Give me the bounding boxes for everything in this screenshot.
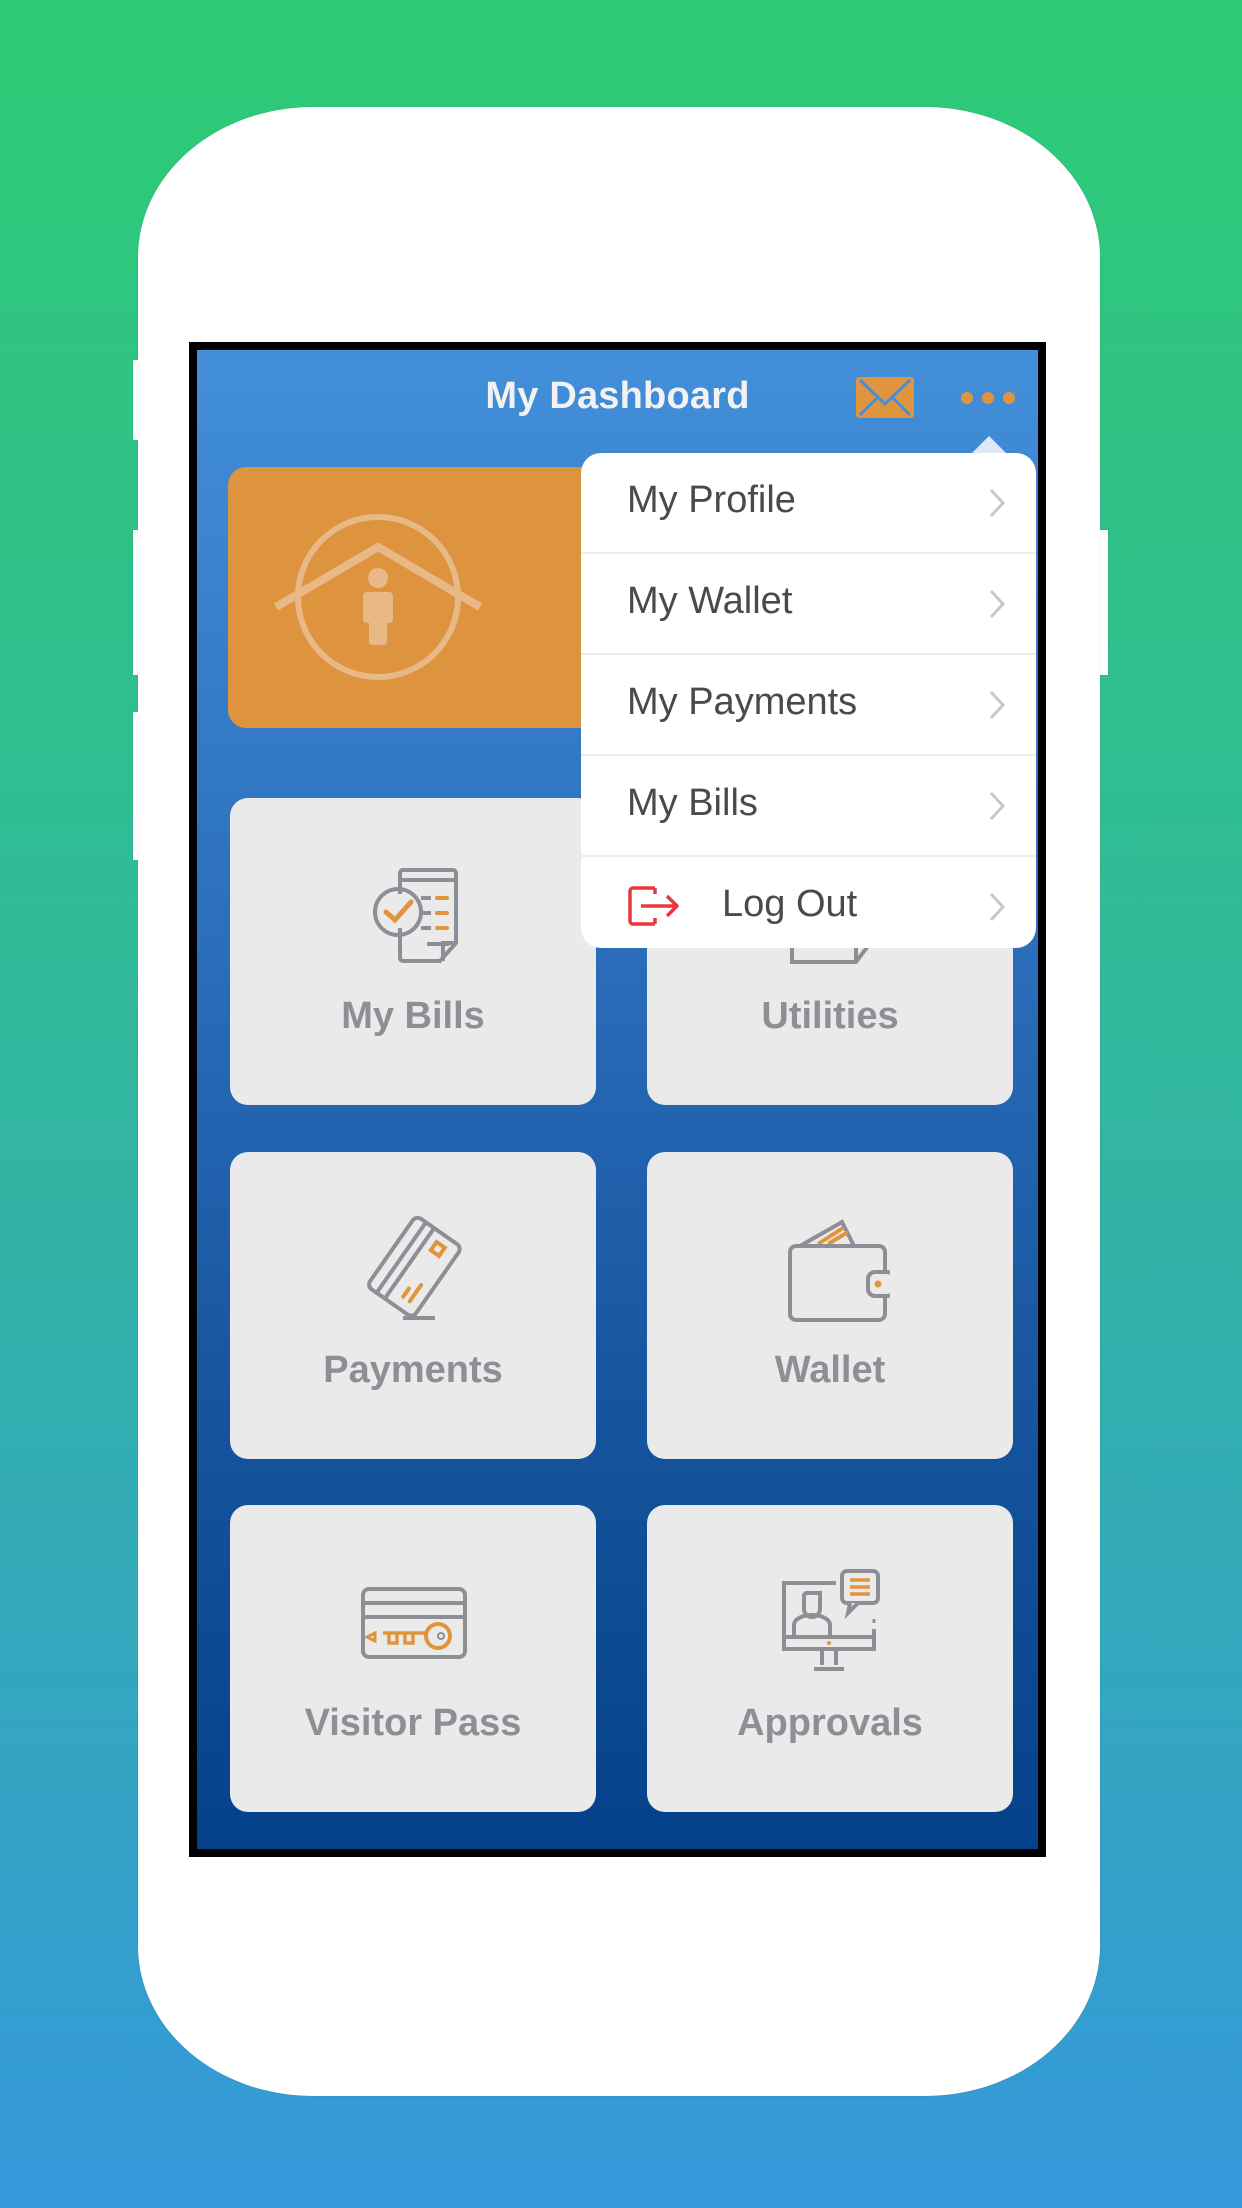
messages-button[interactable] bbox=[856, 377, 914, 418]
menu-item-label: Log Out bbox=[722, 883, 858, 925]
more-options-button[interactable] bbox=[957, 380, 1017, 414]
dashboard-screen: My Dashboard My Bills Utilities Payments… bbox=[197, 350, 1038, 1849]
chevron-right-icon bbox=[989, 488, 1006, 518]
envelope-icon bbox=[856, 377, 914, 418]
menu-item-my-payments[interactable]: My Payments bbox=[581, 655, 1036, 756]
screen-bezel: My Dashboard My Bills Utilities Payments… bbox=[189, 342, 1046, 1857]
chevron-right-icon bbox=[989, 589, 1006, 619]
key-card-icon bbox=[361, 1587, 467, 1659]
wallet-icon bbox=[788, 1219, 890, 1322]
computer-chat-icon bbox=[782, 1569, 880, 1671]
options-dropdown-menu: My Profile My Wallet My Payments My Bill… bbox=[581, 453, 1036, 948]
menu-item-label: My Wallet bbox=[627, 580, 793, 622]
menu-item-label: My Bills bbox=[627, 782, 758, 824]
bill-checklist-icon bbox=[373, 868, 458, 963]
chevron-right-icon bbox=[989, 892, 1006, 922]
tile-visitor-pass[interactable]: Visitor Pass bbox=[230, 1505, 596, 1812]
tile-my-bills[interactable]: My Bills bbox=[230, 798, 596, 1105]
ellipsis-icon-dot bbox=[1003, 392, 1015, 404]
tile-wallet[interactable]: Wallet bbox=[647, 1152, 1013, 1459]
chevron-right-icon bbox=[989, 791, 1006, 821]
logout-icon bbox=[628, 886, 679, 926]
ellipsis-icon-dot bbox=[982, 392, 994, 404]
tile-label: Visitor Pass bbox=[304, 1702, 522, 1744]
menu-item-log-out[interactable]: Log Out bbox=[581, 857, 1036, 948]
tile-label: Approvals bbox=[737, 1702, 923, 1744]
menu-item-my-wallet[interactable]: My Wallet bbox=[581, 554, 1036, 655]
menu-item-label: My Payments bbox=[627, 681, 858, 723]
chevron-right-icon bbox=[989, 690, 1006, 720]
credit-card-icon bbox=[367, 1215, 462, 1320]
tile-label: Payments bbox=[323, 1349, 503, 1391]
home-person-icon bbox=[273, 514, 483, 680]
menu-item-my-profile[interactable]: My Profile bbox=[581, 453, 1036, 554]
menu-item-my-bills[interactable]: My Bills bbox=[581, 756, 1036, 857]
tile-label: Wallet bbox=[774, 1349, 886, 1391]
menu-item-label: My Profile bbox=[627, 479, 796, 521]
tile-approvals[interactable]: Approvals bbox=[647, 1505, 1013, 1812]
tile-payments[interactable]: Payments bbox=[230, 1152, 596, 1459]
tile-label: My Bills bbox=[341, 995, 485, 1037]
tile-label: Utilities bbox=[761, 995, 899, 1037]
ellipsis-icon-dot bbox=[961, 392, 973, 404]
